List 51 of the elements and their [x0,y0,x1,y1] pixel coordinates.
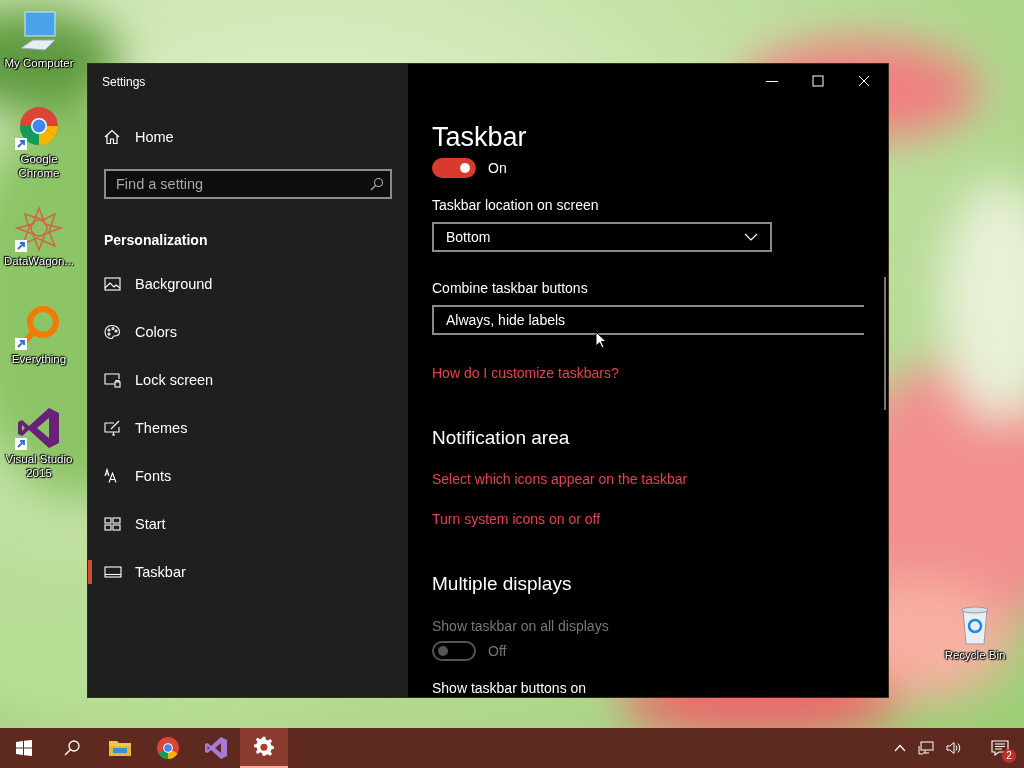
tiles-icon [104,516,122,532]
network-icon[interactable] [918,741,934,755]
windows-logo-icon [16,740,32,756]
maximize-icon[interactable] [812,75,824,87]
window-title: Settings [102,75,147,89]
action-center-button[interactable]: 2 [980,728,1020,768]
section-heading: Personalization [104,232,209,248]
link[interactable]: How do I customize taskbars? [432,365,619,381]
nav-item[interactable]: Fonts [88,464,392,488]
visual-studio-icon [204,736,228,760]
dropdown[interactable]: Always, hide labels [432,305,864,335]
notification-badge: 2 [1002,749,1016,763]
toggle-label: On [488,160,507,176]
nav-item[interactable]: Background [88,272,392,296]
lock-screen-icon [104,372,122,388]
taskbar-icon [104,564,122,580]
search-field[interactable]: Find a setting [104,169,392,199]
toggle-switch[interactable] [432,158,476,178]
setting-label: Show taskbar on all displays [432,617,609,635]
search-icon [370,177,384,191]
nav-item[interactable]: Colors [88,320,392,344]
section-heading: Multiple displays [432,573,572,595]
link[interactable]: Select which icons appear on the taskbar [432,471,688,487]
nav-item[interactable]: Lock screen [88,368,392,392]
picture-icon [104,276,122,292]
section-heading: Notification area [432,427,570,449]
home-icon [104,129,120,145]
settings-icon [252,735,276,759]
toggle-label: Off [488,643,507,659]
setting-label: Show taskbar buttons on [432,679,587,697]
dropdown[interactable]: Bottom [432,222,772,252]
link[interactable]: Turn system icons on or off [432,511,601,527]
brush-monitor-icon [104,420,122,436]
home-link[interactable]: Home [104,127,392,147]
nav-item[interactable]: Taskbar [88,560,392,584]
speaker-icon[interactable] [946,741,962,755]
scrollbar[interactable] [884,277,886,410]
star-pattern-icon[interactable] [15,206,63,254]
chevron-down-icon [744,233,758,241]
cursor-icon [595,331,607,349]
setting-label: Combine taskbar buttons [432,279,588,297]
close-icon[interactable] [858,75,870,87]
search-icon [64,740,80,756]
nav-item[interactable]: Start [88,512,392,536]
page-title: Taskbar [432,122,527,152]
chevron-up-icon[interactable] [894,744,906,752]
nav-item[interactable]: Themes [88,416,392,440]
setting-label: Taskbar location on screen [432,196,599,214]
chrome-icon [156,736,180,760]
taskbar-app-button[interactable] [240,728,288,768]
palette-icon [104,324,122,340]
